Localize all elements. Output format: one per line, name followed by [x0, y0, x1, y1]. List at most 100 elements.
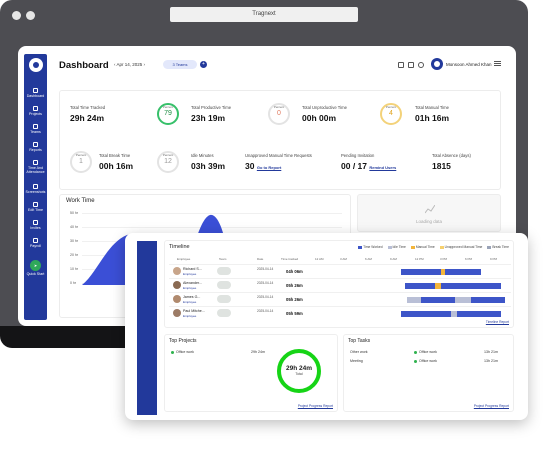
- clock-icon: [33, 202, 38, 207]
- sidebar: [137, 241, 157, 415]
- sidebar-item-dashboard[interactable]: Dashboard: [24, 88, 47, 98]
- address-bar[interactable]: Tragnext: [170, 7, 358, 22]
- team-badge: [217, 281, 231, 289]
- legend-swatch: [358, 245, 363, 249]
- top-projects-card: Top Projects Office work 29h 24m 29h 24m…: [164, 334, 338, 412]
- rocket-icon: ➤: [30, 260, 41, 271]
- column-header: Time tracked: [281, 257, 299, 261]
- table-row[interactable]: Paul Mitche... Employee 2025-04-14 05h 5…: [169, 306, 511, 320]
- column-header: 6 AM: [365, 257, 372, 261]
- wallet-icon: [33, 238, 38, 243]
- project-progress-report-link[interactable]: Project Progress Report: [298, 404, 333, 408]
- date-navigator[interactable]: ‹ Apr 14, 2025 ›: [114, 62, 145, 67]
- app-logo-icon[interactable]: [29, 58, 43, 72]
- loading-card: Loading data: [357, 194, 501, 232]
- y-tick: 50 hr: [70, 211, 78, 215]
- quick-start-button[interactable]: ➤ Quick Start: [24, 260, 47, 276]
- bar-segment: [471, 297, 505, 303]
- go-to-report-link[interactable]: Go to Report: [257, 165, 281, 170]
- loading-text: Loading data: [415, 219, 443, 224]
- column-header: 9 AM: [390, 257, 397, 261]
- timeline-card: Timeline Time Worked Idle Time Manual Ti…: [164, 240, 514, 328]
- bar-segment: [401, 311, 451, 317]
- stat-total-unproductive-time: Total Unproductive Time 00h 00m: [302, 105, 347, 123]
- manual-percent-ring: Percent 4: [380, 103, 402, 125]
- stat-total-time-tracked: Total Time Tracked 29h 24m: [70, 105, 106, 123]
- stat-unapproved-manual: Unapproved Manual Time Requests 30 Go to…: [245, 153, 312, 171]
- help-icon[interactable]: [418, 62, 424, 68]
- user-name: Monsoon Ahmed Khan: [446, 62, 492, 67]
- users-icon: [33, 124, 38, 129]
- page-title: Dashboard: [59, 60, 109, 71]
- sidebar-item-projects[interactable]: Projects: [24, 106, 47, 116]
- task-time: 13h 21m: [484, 350, 498, 354]
- sidebar: Dashboard Projects Teams Reports Time An…: [24, 54, 47, 320]
- y-tick: 40 hr: [70, 225, 78, 229]
- timeline-screen: Timeline Time Worked Idle Time Manual Ti…: [125, 233, 528, 420]
- task-time: 13h 21m: [484, 359, 498, 363]
- column-header: 3 AM: [340, 257, 347, 261]
- timeline-legend: Time Worked Idle Time Manual Time Unappr…: [354, 245, 509, 249]
- task-name: Meeting: [350, 359, 363, 363]
- column-header: Employee: [177, 257, 191, 261]
- teams-filter-chip[interactable]: 3 Teams: [163, 60, 197, 69]
- break-percent-ring: Percent 1: [70, 151, 92, 173]
- productive-percent-ring: Percent 79: [157, 103, 179, 125]
- legend-swatch: [487, 245, 492, 249]
- folder-icon: [33, 106, 38, 111]
- sidebar-item-payroll[interactable]: Payroll: [24, 238, 47, 248]
- project-time: 29h 24m: [251, 350, 265, 354]
- window-dot-icon: [12, 11, 21, 20]
- projects-donut: 29h 24m Total: [277, 349, 321, 393]
- project-progress-report-link[interactable]: Project Progress Report: [474, 404, 509, 408]
- download-icon[interactable]: [398, 62, 404, 68]
- timeline-bar: [405, 283, 501, 289]
- remind-users-link[interactable]: Remind Users: [369, 165, 396, 170]
- work-time-title: Work Time: [66, 198, 95, 204]
- timeline-report-link[interactable]: Timeline Report: [486, 320, 509, 324]
- sidebar-item-invites[interactable]: Invites: [24, 220, 47, 230]
- stat-total-manual-time: Total Manual Time 01h 16m: [415, 105, 450, 123]
- y-tick: 30 hr: [70, 239, 78, 243]
- report-icon: [33, 142, 38, 147]
- bar-segment: [407, 297, 421, 303]
- timeline-bar: [401, 311, 501, 317]
- table-row[interactable]: James G... Employee 2025-04-14 05h 26m: [169, 292, 511, 306]
- avatar: [173, 295, 181, 303]
- sidebar-item-edit-time[interactable]: Edit Time: [24, 202, 47, 212]
- calendar-icon: [33, 160, 38, 165]
- column-header: 9 PM: [490, 257, 498, 261]
- unproductive-percent-ring: Percent 0: [268, 103, 290, 125]
- screenshot-icon: [33, 184, 38, 189]
- window-dot-icon: [26, 11, 35, 20]
- avatar: [173, 309, 181, 317]
- bar-segment: [455, 297, 471, 303]
- avatar[interactable]: [431, 58, 443, 70]
- timeline-bar: [407, 297, 505, 303]
- column-header: 6 PM: [465, 257, 473, 261]
- list-item: Office work: [414, 359, 437, 363]
- legend-swatch: [439, 245, 444, 249]
- sidebar-item-screenshots[interactable]: Screenshots: [24, 184, 47, 194]
- sidebar-item-teams[interactable]: Teams: [24, 124, 47, 134]
- bar-segment: [445, 269, 481, 275]
- stat-pending-invitation: Pending Invitation 00 / 17 Remind Users: [341, 153, 397, 171]
- y-tick: 20 hr: [70, 253, 78, 257]
- chat-icon[interactable]: [408, 62, 414, 68]
- y-tick: 0 hr: [70, 281, 77, 285]
- stats-panel: Total Time Tracked 29h 24m Percent 79 To…: [59, 90, 501, 190]
- hamburger-menu-icon[interactable]: [494, 61, 501, 62]
- timeline-bar: [401, 269, 481, 275]
- status-dot-icon: [414, 350, 417, 354]
- list-item: Office work: [171, 350, 194, 354]
- sidebar-item-reports[interactable]: Reports: [24, 142, 47, 152]
- table-row[interactable]: Richard S... Employee 2025-04-14 04h 06m: [169, 264, 511, 278]
- avatar: [173, 281, 181, 289]
- add-team-button[interactable]: +: [200, 61, 207, 68]
- team-badge: [217, 295, 231, 303]
- team-badge: [217, 267, 231, 275]
- table-row[interactable]: Alexander... Employee 2025-04-14 05h 26m: [169, 278, 511, 292]
- stat-total-productive-time: Total Productive Time 23h 19m: [191, 105, 232, 123]
- promo-stage: Tragnext Dashboard Projects Teams Report…: [0, 0, 556, 452]
- sidebar-item-attendance[interactable]: Time And Attendance: [24, 160, 47, 174]
